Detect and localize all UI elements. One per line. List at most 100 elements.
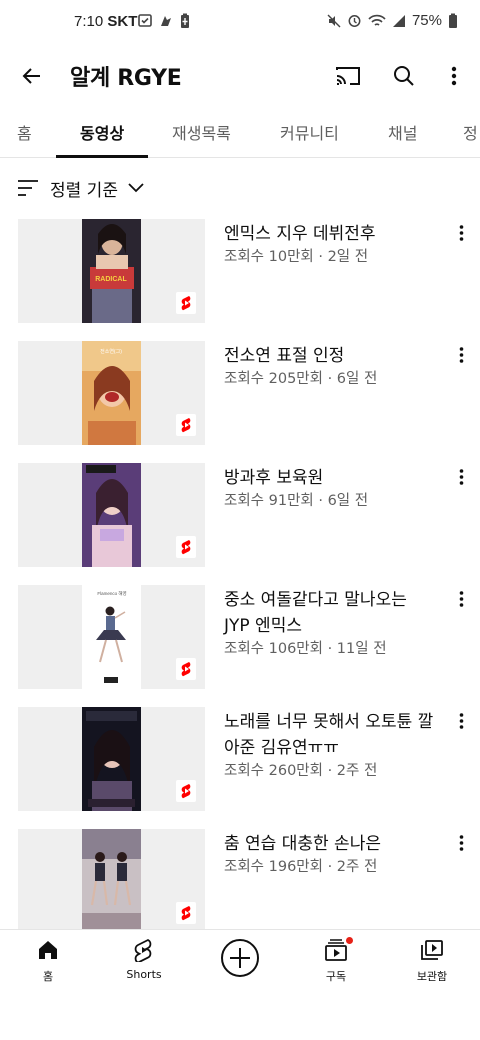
calendar-check-icon [138, 14, 152, 27]
nav-shorts-label: Shorts [126, 968, 162, 981]
more-vert-icon [459, 347, 463, 363]
video-meta: 조회수 196만회 · 2주 전 [224, 859, 378, 875]
shorts-badge-icon [176, 780, 196, 802]
video-item[interactable]: 노래를 너무 못해서 오토튠 깔아준 김유연ㅠㅠ 조회수 260만회 · 2주 … [0, 707, 480, 811]
video-item[interactable]: RADICAL 엔믹스 지우 데뷔전후 조회수 10만회 · 2일 전 [0, 219, 480, 323]
video-more-button[interactable] [450, 465, 472, 489]
search-icon [394, 66, 414, 86]
video-thumbnail[interactable]: RADICAL [18, 219, 205, 323]
video-meta: 조회수 260만회 · 2주 전 [224, 763, 378, 779]
sort-button[interactable]: 정렬 기준 [16, 170, 144, 206]
shorts-icon [134, 938, 152, 962]
back-button[interactable] [14, 58, 50, 94]
more-vert-icon [459, 713, 463, 729]
wifi-icon [368, 14, 386, 26]
video-more-button[interactable] [450, 221, 472, 245]
video-thumbnail[interactable] [18, 463, 205, 567]
status-notification-icons [138, 13, 190, 29]
notification-dot [345, 936, 354, 945]
shorts-badge-icon [176, 658, 196, 680]
bottom-navigation: 홈 Shorts 구독 보관함 [0, 929, 480, 989]
tab-about[interactable]: 정 [463, 120, 478, 144]
video-meta: 조회수 91만회 · 6일 전 [224, 493, 369, 509]
video-thumbnail[interactable]: Flamenco 해영 [18, 585, 205, 689]
cast-button[interactable] [330, 58, 366, 94]
video-item[interactable]: 전소연(그) 전소연 표절 인정 조회수 205만회 · 6일 전 [0, 341, 480, 445]
nav-library-label: 보관함 [416, 970, 448, 983]
more-vert-icon [459, 225, 463, 241]
tab-playlists[interactable]: 재생목록 [172, 120, 231, 144]
shorts-badge-icon [176, 414, 196, 436]
video-thumbnail[interactable]: 전소연(그) [18, 341, 205, 445]
search-button[interactable] [386, 58, 422, 94]
status-bar: 7:10 SKT 75% [0, 0, 480, 46]
video-thumbnail[interactable] [18, 829, 205, 929]
video-title[interactable]: 엔믹스 지우 데뷔전후 [224, 221, 434, 247]
chevron-down-icon [128, 183, 144, 193]
thumbnail-image [82, 829, 141, 929]
thumbnail-image [82, 707, 141, 811]
shorts-badge-icon [176, 292, 196, 314]
channel-title: 알계 RGYE [70, 66, 182, 91]
home-icon [39, 941, 57, 959]
svg-text:RADICAL: RADICAL [95, 276, 127, 283]
video-meta: 조회수 10만회 · 2일 전 [224, 249, 369, 265]
video-title[interactable]: 전소연 표절 인정 [224, 343, 434, 369]
battery-percent: 75% [411, 12, 442, 29]
video-title[interactable]: 노래를 너무 못해서 오토튠 깔아준 김유연ㅠㅠ [224, 709, 434, 761]
status-right-icons: 75% [327, 12, 458, 29]
more-options-button[interactable] [436, 58, 472, 94]
tab-channels[interactable]: 채널 [388, 120, 417, 144]
library-icon [421, 940, 443, 960]
active-tab-indicator [56, 155, 148, 158]
shorts-badge-icon [176, 902, 196, 924]
thumbnail-image [82, 463, 141, 567]
video-item[interactable]: Flamenco 해영 중소 여돌같다고 말나오는 JYP 엔믹스 조회수 10… [0, 585, 480, 689]
more-vert-icon [451, 66, 457, 86]
sort-label: 정렬 기준 [50, 180, 118, 201]
video-item[interactable]: 방과후 보육원 조회수 91만회 · 6일 전 [0, 463, 480, 567]
more-vert-icon [459, 469, 463, 485]
nav-subscriptions-label: 구독 [325, 970, 347, 983]
video-item[interactable]: 춤 연습 대충한 손나은 조회수 196만회 · 2주 전 [0, 829, 480, 929]
signal-icon [392, 14, 405, 27]
nav-shorts[interactable]: Shorts [96, 936, 192, 986]
tab-community[interactable]: 커뮤니티 [280, 120, 339, 144]
video-more-button[interactable] [450, 709, 472, 733]
video-thumbnail[interactable] [18, 707, 205, 811]
video-more-button[interactable] [450, 343, 472, 367]
cast-icon [336, 67, 360, 85]
video-meta: 조회수 205만회 · 6일 전 [224, 371, 378, 387]
shorts-badge-icon [176, 536, 196, 558]
video-meta: 조회수 106만회 · 11일 전 [224, 641, 387, 657]
sort-icon [18, 180, 38, 196]
battery-icon [449, 13, 457, 28]
delivery-icon [161, 16, 171, 26]
status-time: 7:10 SKT [74, 13, 138, 30]
video-list: RADICAL 엔믹스 지우 데뷔전후 조회수 10만회 · 2일 전 전소연(… [0, 219, 480, 929]
nav-home[interactable]: 홈 [0, 936, 96, 986]
mute-icon [327, 14, 341, 27]
video-more-button[interactable] [450, 831, 472, 855]
svg-text:Flamenco 해영: Flamenco 해영 [97, 590, 126, 597]
video-title[interactable]: 중소 여돌같다고 말나오는 JYP 엔믹스 [224, 587, 434, 639]
nav-subscriptions[interactable]: 구독 [288, 936, 384, 986]
create-icon [221, 939, 259, 977]
video-title[interactable]: 방과후 보육원 [224, 465, 434, 491]
alarm-icon [348, 15, 361, 27]
tab-home[interactable]: 홈 [17, 120, 32, 144]
nav-library[interactable]: 보관함 [384, 936, 480, 986]
video-more-button[interactable] [450, 587, 472, 611]
svg-text:전소연(그): 전소연(그) [100, 348, 122, 355]
thumbnail-image: Flamenco 해영 [82, 585, 141, 689]
back-arrow-icon [22, 68, 40, 84]
channel-tabs: 홈 동영상 재생목록 커뮤니티 채널 정 [0, 104, 480, 158]
thumbnail-image: 전소연(그) [82, 341, 141, 445]
battery-saver-icon [181, 13, 189, 28]
more-vert-icon [459, 835, 463, 851]
tab-videos[interactable]: 동영상 [80, 120, 124, 144]
video-title[interactable]: 춤 연습 대충한 손나은 [224, 831, 434, 857]
nav-create[interactable] [192, 936, 288, 986]
more-vert-icon [459, 591, 463, 607]
nav-home-label: 홈 [42, 970, 54, 983]
